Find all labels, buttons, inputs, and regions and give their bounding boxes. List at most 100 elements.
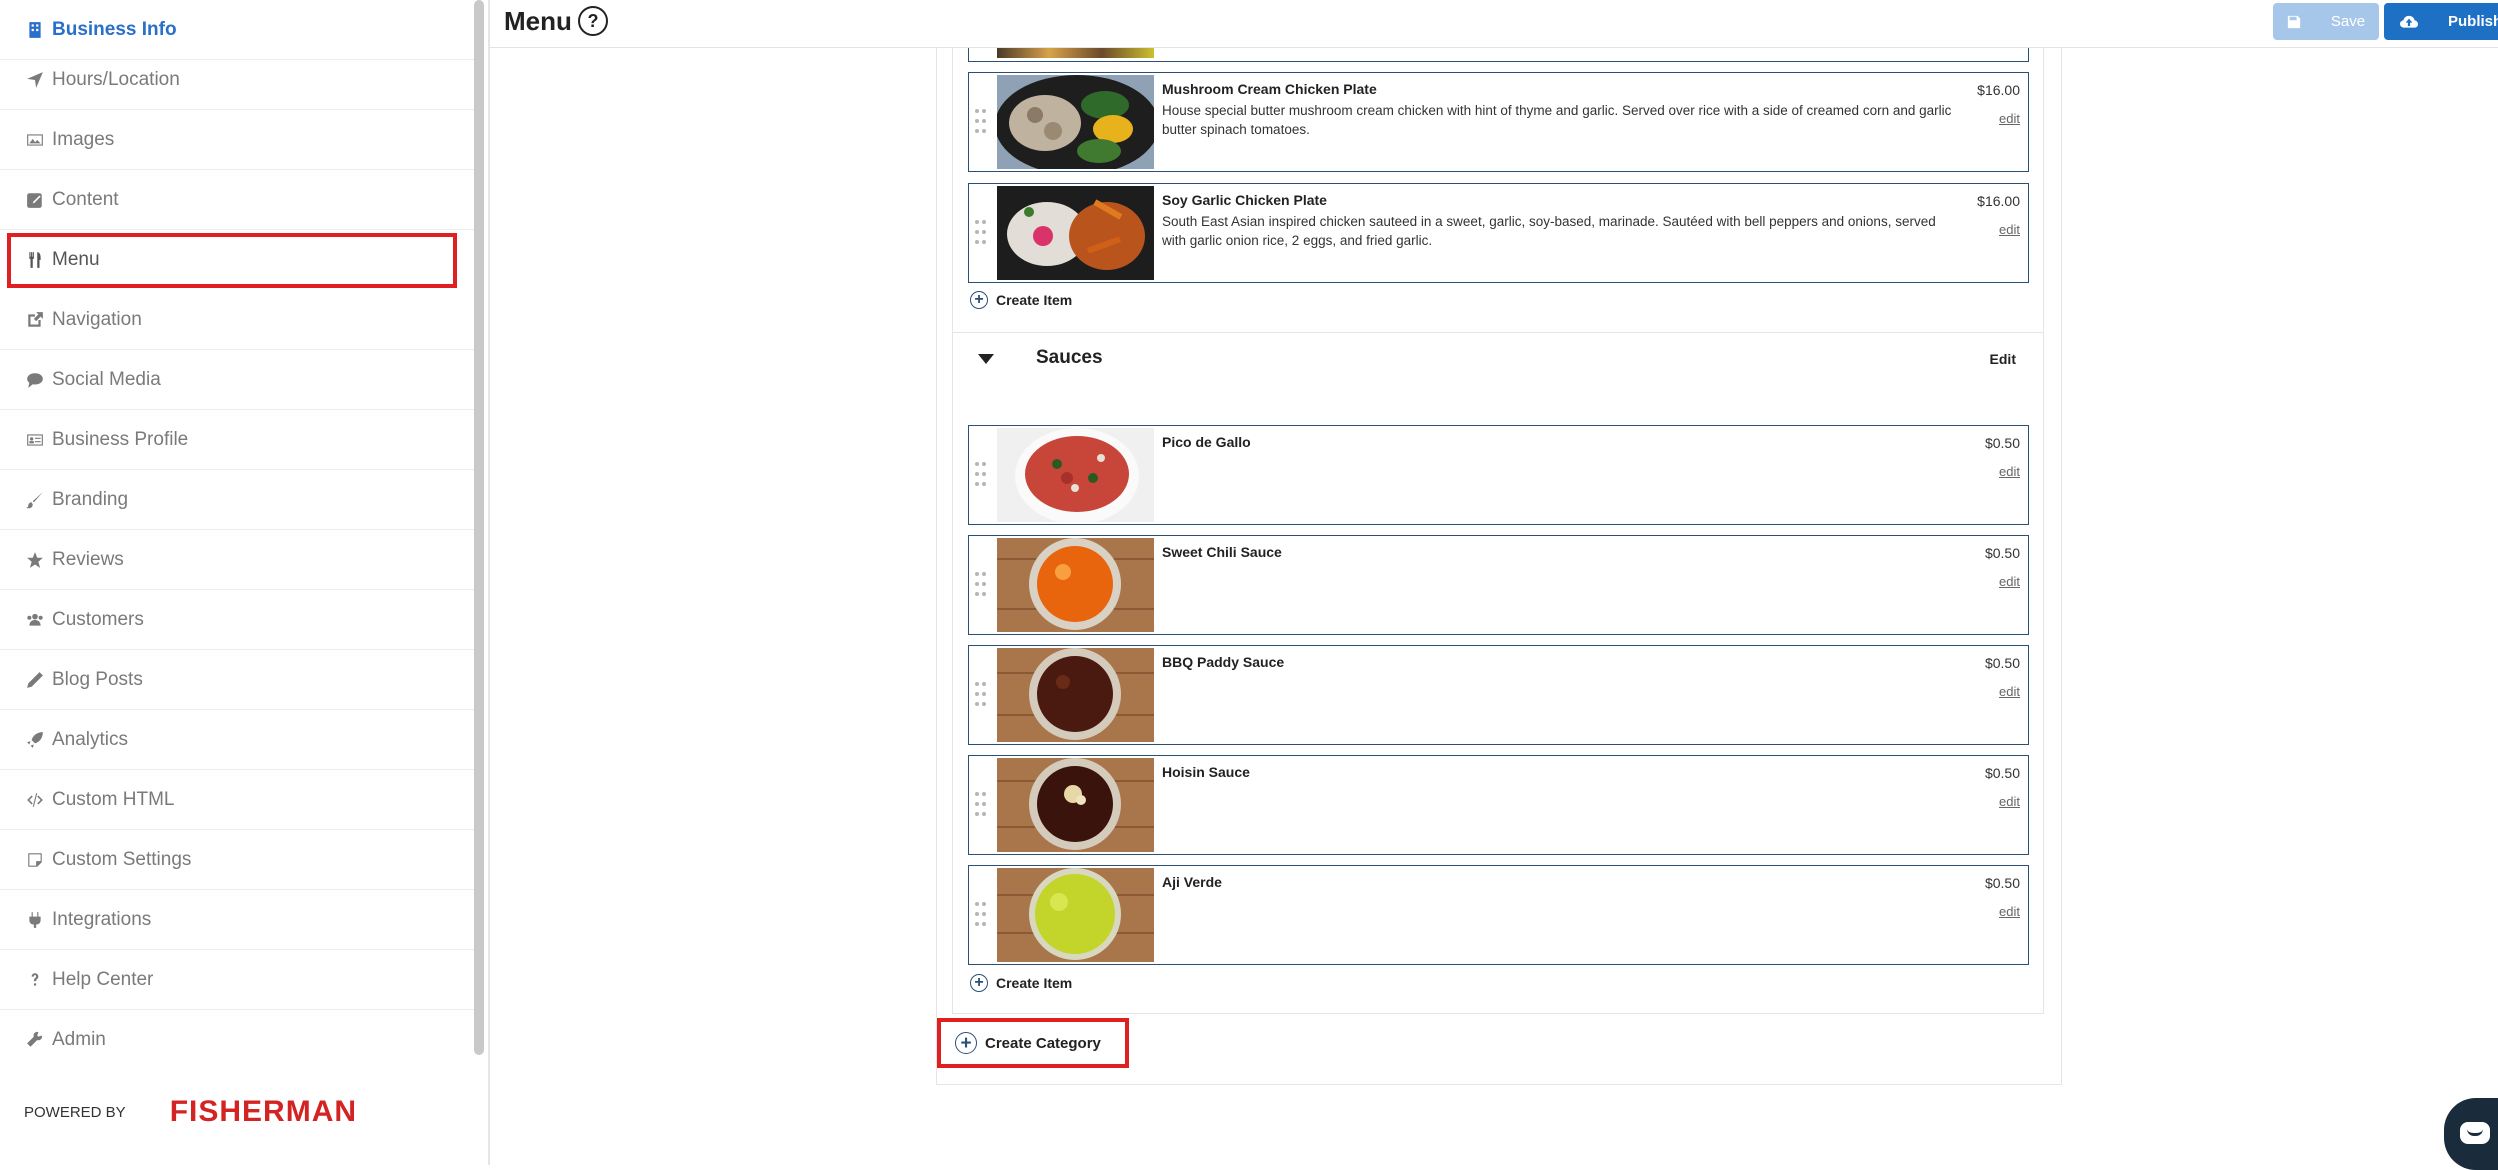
drag-handle-icon[interactable]: [975, 109, 989, 137]
item-edit-link[interactable]: edit: [1999, 684, 2020, 699]
sidebar-item-label: Reviews: [52, 548, 124, 570]
star-icon: [24, 549, 46, 571]
users-icon: [24, 609, 46, 631]
sidebar-item-analytics[interactable]: Analytics: [0, 710, 474, 770]
sidebar-item-navigation[interactable]: Navigation: [0, 290, 474, 350]
drag-handle-icon[interactable]: [975, 902, 989, 930]
publish-label: Publish: [2448, 13, 2498, 30]
menu-item-card[interactable]: Mushroom Cream Chicken Plate House speci…: [968, 72, 2029, 172]
menu-item-card[interactable]: Hoisin Sauce $0.50 edit: [968, 755, 2029, 855]
item-price: $0.50: [1984, 435, 2020, 451]
sidebar-item-customers[interactable]: Customers: [0, 590, 474, 650]
item-name: BBQ Paddy Sauce: [1162, 654, 1285, 670]
item-description: House special butter mushroom cream chic…: [1162, 103, 1952, 137]
category-title: Sauces: [1036, 347, 1103, 368]
menu-item-card[interactable]: Pico de Gallo $0.50 edit: [968, 425, 2029, 525]
drag-handle-icon[interactable]: [975, 572, 989, 600]
menu-item-card[interactable]: Soy Garlic Chicken Plate South East Asia…: [968, 183, 2029, 283]
help-button[interactable]: ?: [578, 6, 608, 36]
item-image: [997, 428, 1154, 522]
sidebar-item-label: Custom HTML: [52, 788, 175, 810]
sidebar-item-images[interactable]: Images: [0, 110, 474, 170]
sidebar-item-social-media[interactable]: Social Media: [0, 350, 474, 410]
sidebar-item-label: Branding: [52, 488, 129, 510]
cloud-upload-icon: [2400, 15, 2418, 28]
menu-item-card[interactable]: Aji Verde $0.50 edit: [968, 865, 2029, 965]
menu-highlight-box: [7, 233, 457, 288]
drag-handle-icon[interactable]: [975, 220, 989, 248]
create-item-button[interactable]: + Create Item: [970, 291, 1072, 309]
sidebar-item-reviews[interactable]: Reviews: [0, 530, 474, 590]
floppy-disk-icon: [2287, 15, 2301, 28]
item-name: Soy Garlic Chicken Plate: [1162, 192, 1327, 208]
item-price: $0.50: [1984, 655, 2020, 671]
plug-icon: [24, 909, 46, 931]
chat-widget-button[interactable]: [2444, 1098, 2498, 1170]
sidebar-item-integrations[interactable]: Integrations: [0, 890, 474, 950]
item-edit-link[interactable]: edit: [1999, 574, 2020, 589]
publish-button[interactable]: Publish: [2384, 3, 2498, 40]
item-edit-link[interactable]: edit: [1999, 111, 2020, 126]
create-item-label: Create Item: [996, 975, 1073, 991]
plus-circle-icon: +: [955, 1032, 977, 1054]
item-price: $16.00: [1977, 193, 2020, 209]
sidebar-item-label: Business Profile: [52, 428, 189, 450]
sidebar-item-branding[interactable]: Branding: [0, 470, 474, 530]
sidebar-item-blog-posts[interactable]: Blog Posts: [0, 650, 474, 710]
caret-down-icon[interactable]: [978, 354, 994, 364]
chat-icon: [24, 369, 46, 391]
sidebar-item-label: Navigation: [52, 308, 142, 330]
item-image: [997, 758, 1154, 852]
item-edit-link[interactable]: edit: [1999, 464, 2020, 479]
sidebar-item-label: Integrations: [52, 908, 152, 930]
powered-by-label: POWERED BY: [24, 1103, 126, 1121]
sidebar-item-label: Business Info: [52, 18, 177, 40]
item-edit-link[interactable]: edit: [1999, 794, 2020, 809]
question-icon: [24, 969, 46, 991]
plus-circle-icon: +: [970, 291, 988, 309]
building-icon: [24, 19, 46, 41]
save-button[interactable]: Save: [2273, 3, 2379, 40]
create-item-button[interactable]: + Create Item: [970, 974, 1072, 992]
sidebar-item-hours-location[interactable]: Hours/Location: [0, 50, 474, 110]
drag-handle-icon[interactable]: [975, 792, 989, 820]
menu-item-card[interactable]: BBQ Paddy Sauce $0.50 edit: [968, 645, 2029, 745]
item-price: $0.50: [1984, 875, 2020, 891]
create-category-button[interactable]: + Create Category: [937, 1018, 1129, 1068]
sidebar-item-custom-html[interactable]: Custom HTML: [0, 770, 474, 830]
powered-by: POWERED BY FISHERMAN: [24, 1095, 357, 1129]
menu-item-card-partial[interactable]: [968, 48, 2029, 62]
sidebar-scrollbar[interactable]: [474, 0, 484, 1055]
sidebar-item-label: Images: [52, 128, 115, 150]
chat-icon: [2460, 1122, 2490, 1144]
sidebar-item-custom-settings[interactable]: Custom Settings: [0, 830, 474, 890]
item-edit-link[interactable]: edit: [1999, 904, 2020, 919]
category-edit-button[interactable]: Edit: [1990, 351, 2016, 367]
item-name: Sweet Chili Sauce: [1162, 544, 1282, 560]
sidebar-item-label: Help Center: [52, 968, 154, 990]
save-label: Save: [2330, 13, 2366, 30]
pencil-icon: [24, 669, 46, 691]
edit-square-icon: [24, 189, 46, 211]
item-edit-link[interactable]: edit: [1999, 222, 2020, 237]
drag-handle-icon[interactable]: [975, 462, 989, 490]
create-category-label: Create Category: [985, 1034, 1101, 1052]
sidebar-item-help-center[interactable]: Help Center: [0, 950, 474, 1010]
sidebar-divider: [488, 0, 490, 1165]
sidebar-item-label: Hours/Location: [52, 68, 180, 90]
item-image: [997, 186, 1154, 280]
sidebar-item-business-profile[interactable]: Business Profile: [0, 410, 474, 470]
item-name: Hoisin Sauce: [1162, 764, 1250, 780]
sidebar-item-admin[interactable]: Admin: [0, 1010, 474, 1070]
item-price: $0.50: [1984, 765, 2020, 781]
sidebar-item-content[interactable]: Content: [0, 170, 474, 230]
item-description: South East Asian inspired chicken sautee…: [1162, 214, 1936, 248]
item-image: [997, 75, 1154, 169]
page-title: Menu: [504, 6, 572, 36]
drag-handle-icon[interactable]: [975, 682, 989, 710]
menu-item-card[interactable]: Sweet Chili Sauce $0.50 edit: [968, 535, 2029, 635]
image-icon: [24, 129, 46, 151]
wrench-icon: [24, 1029, 46, 1051]
item-name: Aji Verde: [1162, 874, 1222, 890]
rocket-icon: [24, 729, 46, 751]
